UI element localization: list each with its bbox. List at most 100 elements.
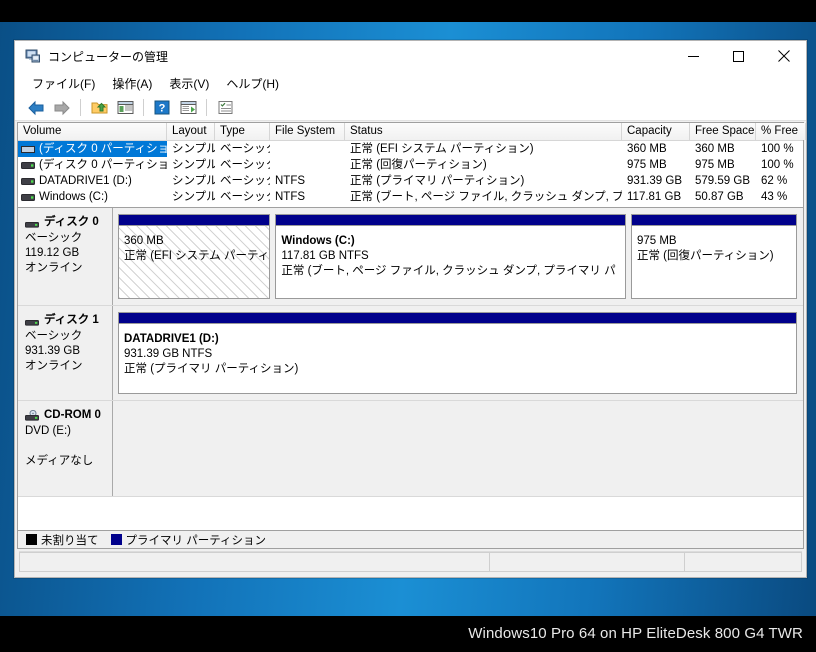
cell-type: ベーシック xyxy=(220,175,270,187)
toolbar-separator xyxy=(206,99,207,116)
window-controls xyxy=(671,41,806,71)
cell-free-space: 50.87 GB xyxy=(695,191,744,203)
cell-volume-label: (ディスク 0 パーティション 4) xyxy=(39,159,167,171)
window-titlebar: コンピューターの管理 xyxy=(15,41,806,71)
partition-line1: Windows (C:) xyxy=(281,235,355,247)
partition-details: Windows (C:) 117.81 GB NTFS 正常 (ブート, ページ フ… xyxy=(276,226,625,298)
column-header-free-space[interactable]: Free Space xyxy=(690,123,756,140)
cell-type: ベーシック xyxy=(220,143,270,155)
volume-list-header: Volume Layout Type File System Status Capacit… xyxy=(18,123,806,141)
cell-type: ベーシック xyxy=(220,191,270,203)
toolbar: ? xyxy=(15,95,806,121)
partition-line2: 117.81 GB NTFS xyxy=(281,250,369,262)
action-list-icon[interactable] xyxy=(213,97,237,119)
cell-percent-free: 100 % xyxy=(761,159,794,171)
cell-free-space: 975 MB xyxy=(695,159,735,171)
cell-volume-label: DATADRIVE1 (D:) xyxy=(39,175,132,187)
back-icon[interactable] xyxy=(24,97,48,119)
show-console-tree-icon[interactable] xyxy=(113,97,137,119)
disk-state: オンライン xyxy=(25,360,83,372)
partition-block[interactable]: Windows (C:) 117.81 GB NTFS 正常 (ブート, ページ フ… xyxy=(275,214,626,299)
graphical-view-scroll[interactable]: ディスク 0 ベーシック 119.12 GB オンライン 360 MB 正常 (EFI シ… xyxy=(18,208,803,530)
volume-icon xyxy=(21,161,35,169)
volume-icon xyxy=(21,177,35,185)
volume-list: Volume Layout Type File System Status Capacit… xyxy=(17,122,806,207)
table-row[interactable]: Windows (C:) シンプルベーシック NTFS 正常 (ブート, ページ ファ… xyxy=(18,189,803,205)
partition-line3: 正常 (回復パーティション) xyxy=(636,250,774,262)
status-bar xyxy=(19,551,802,573)
table-row[interactable]: DATADRIVE1 (D:) シンプルベーシック NTFS 正常 (プライマリ パー… xyxy=(18,173,803,189)
menu-action[interactable]: 操作(A) xyxy=(104,73,161,94)
column-header-capacity[interactable]: Capacity xyxy=(622,123,690,140)
screen-caption: Windows10 Pro 64 on HP EliteDesk 800 G4 … xyxy=(0,616,816,652)
partition-line2: 975 MB xyxy=(636,235,677,247)
disk-management-content: Volume Layout Type File System Status Capacit… xyxy=(15,121,806,577)
menu-file[interactable]: ファイル(F) xyxy=(24,73,104,94)
cell-type: ベーシック xyxy=(220,159,270,171)
menu-view[interactable]: 表示(V) xyxy=(161,73,218,94)
volume-list-body: (ディスク 0 パーティション 1)シンプルベーシック正常 (EFI システム … xyxy=(18,141,803,207)
column-header-layout[interactable]: Layout xyxy=(167,123,215,140)
partition-line2: 931.39 GB NTFS xyxy=(124,348,213,360)
disk-empty-area xyxy=(113,401,803,496)
menu-help[interactable]: ヘルプ(H) xyxy=(218,73,288,94)
cell-free-space: 579.59 GB xyxy=(695,175,750,187)
legend-item: 未割り当て xyxy=(26,532,99,548)
cell-layout: シンプル xyxy=(172,191,215,203)
disk-info-1[interactable]: ディスク 1 ベーシック 931.39 GB オンライン xyxy=(18,306,113,400)
cell-file-system: NTFS xyxy=(275,191,306,203)
cell-capacity: 975 MB xyxy=(627,159,667,171)
table-row[interactable]: (ディスク 0 パーティション 4) シンプルベーシック 正常 (回復パーティション… xyxy=(18,157,803,173)
partition-color-band xyxy=(631,215,797,226)
properties-icon[interactable] xyxy=(176,97,200,119)
minimize-button[interactable] xyxy=(671,41,716,71)
disk-info-0[interactable]: ディスク 0 ベーシック 119.12 GB オンライン xyxy=(18,208,113,305)
maximize-button[interactable] xyxy=(716,41,761,71)
status-segment-0 xyxy=(19,552,489,572)
partition-color-band xyxy=(119,313,796,324)
column-header-volume[interactable]: Volume xyxy=(18,123,167,140)
cell-layout: シンプル xyxy=(172,175,215,187)
cell-status: 正常 (回復パーティション) xyxy=(350,159,487,171)
table-row[interactable]: (ディスク 0 パーティション 1) シンプルベーシック 正常 (EFI システム … xyxy=(18,141,803,157)
disk-name: ディスク 1 xyxy=(44,314,99,326)
partition-line1: DATADRIVE1 (D:) xyxy=(124,333,219,345)
cell-layout: シンプル xyxy=(172,159,215,171)
legend-swatch xyxy=(26,534,37,545)
column-header-status[interactable]: Status xyxy=(345,123,622,140)
help-icon[interactable]: ? xyxy=(150,97,174,119)
up-folder-icon[interactable] xyxy=(87,97,111,119)
partition-color-band xyxy=(276,215,625,226)
disk-info-2[interactable]: CD-ROM 0 DVD (E:) メディアなし xyxy=(18,401,113,496)
close-button[interactable] xyxy=(761,41,806,71)
disk-partitions: DATADRIVE1 (D:) 931.39 GB NTFS 正常 (プライマリ パ… xyxy=(113,306,803,400)
toolbar-separator xyxy=(80,99,81,116)
cell-volume: Windows (C:) xyxy=(18,189,167,205)
disk-type: ベーシック xyxy=(25,232,83,244)
partition-line3: 正常 (ブート, ページ ファイル, クラッシュ ダンプ, プライマリ パ xyxy=(281,265,616,277)
legend: 未割り当て プライマリ パーティション xyxy=(18,530,803,548)
cell-capacity: 360 MB xyxy=(627,143,667,155)
column-header-file-system[interactable]: File System xyxy=(270,123,345,140)
cell-volume: (ディスク 0 パーティション 4) xyxy=(18,157,167,173)
legend-label: プライマリ パーティション xyxy=(125,534,267,547)
computer-management-icon xyxy=(25,48,41,64)
column-header-type[interactable]: Type xyxy=(215,123,270,140)
disk-state: オンライン xyxy=(25,262,83,274)
cell-volume: DATADRIVE1 (D:) xyxy=(18,173,167,189)
column-header-free[interactable]: % Free xyxy=(756,123,806,140)
efi-volume-icon xyxy=(21,145,35,153)
window-title: コンピューターの管理 xyxy=(48,49,169,64)
partition-block[interactable]: 360 MB 正常 (EFI システム パーティ xyxy=(118,214,271,299)
partition-line3: 正常 (EFI システム パーティ xyxy=(124,250,270,262)
legend-item: プライマリ パーティション xyxy=(110,532,267,548)
volume-icon xyxy=(21,193,35,201)
partition-block[interactable]: 975 MB 正常 (回復パーティション) xyxy=(630,214,798,299)
disk-state: メディアなし xyxy=(25,455,94,467)
partition-block[interactable]: DATADRIVE1 (D:) 931.39 GB NTFS 正常 (プライマリ パ… xyxy=(118,312,797,394)
status-segment-2 xyxy=(684,552,802,572)
cell-status: 正常 (ブート, ページ ファイル, クラッシュ ダンプ, プライマリ ... xyxy=(350,191,622,203)
forward-icon[interactable] xyxy=(50,97,74,119)
screen-top-letterbox xyxy=(0,0,816,22)
disk-row: ディスク 1 ベーシック 931.39 GB オンライン DATADRIVE1 (D:)… xyxy=(18,306,803,401)
